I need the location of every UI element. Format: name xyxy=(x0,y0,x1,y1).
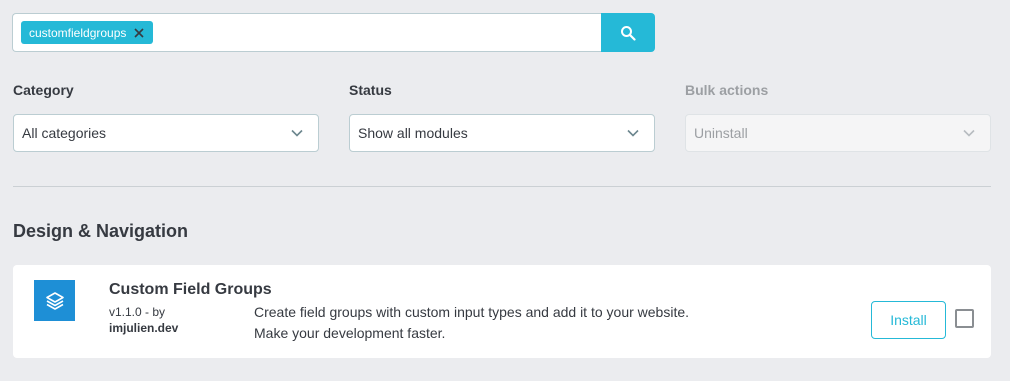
bulk-actions-filter: Bulk actions Uninstall xyxy=(685,82,991,152)
chevron-down-icon xyxy=(291,129,303,137)
bulk-actions-label: Bulk actions xyxy=(685,82,769,98)
search-tag-label: customfieldgroups xyxy=(29,25,127,40)
install-button[interactable]: Install xyxy=(871,301,946,339)
status-label: Status xyxy=(349,82,392,98)
status-filter: Status Show all modules xyxy=(349,82,655,152)
category-label: Category xyxy=(13,82,74,98)
divider xyxy=(13,186,991,187)
search-input[interactable] xyxy=(159,14,601,51)
module-logo xyxy=(34,280,75,321)
module-name: Custom Field Groups xyxy=(109,281,272,298)
chevron-down-icon xyxy=(963,129,975,137)
status-select[interactable]: Show all modules xyxy=(349,114,655,152)
close-icon[interactable] xyxy=(133,27,145,39)
category-select[interactable]: All categories xyxy=(13,114,319,152)
layers-icon xyxy=(45,291,64,310)
section-title: Design & Navigation xyxy=(13,221,189,241)
module-description-line: Create field groups with custom input ty… xyxy=(254,304,690,320)
chevron-down-icon xyxy=(627,129,639,137)
module-card: Custom Field Groups v1.1.0 - by imjulien… xyxy=(13,265,991,358)
module-version: v1.1.0 - by xyxy=(109,305,166,319)
category-value: All categories xyxy=(22,125,107,141)
status-value: Show all modules xyxy=(358,125,468,141)
module-select-checkbox[interactable] xyxy=(955,309,974,328)
search-bar: customfieldgroups xyxy=(12,13,655,52)
bulk-actions-select: Uninstall xyxy=(685,114,991,152)
module-description-line: Make your development faster. xyxy=(254,325,446,341)
module-description: Create field groups with custom input ty… xyxy=(254,302,774,344)
search-field[interactable]: customfieldgroups xyxy=(12,13,601,52)
search-tag: customfieldgroups xyxy=(21,21,154,44)
search-icon xyxy=(621,25,636,41)
module-author: imjulien.dev xyxy=(109,321,179,335)
module-meta: v1.1.0 - by imjulien.dev xyxy=(109,304,178,336)
search-button[interactable] xyxy=(601,13,655,52)
category-filter: Category All categories xyxy=(13,82,319,152)
bulk-actions-value: Uninstall xyxy=(694,125,748,141)
